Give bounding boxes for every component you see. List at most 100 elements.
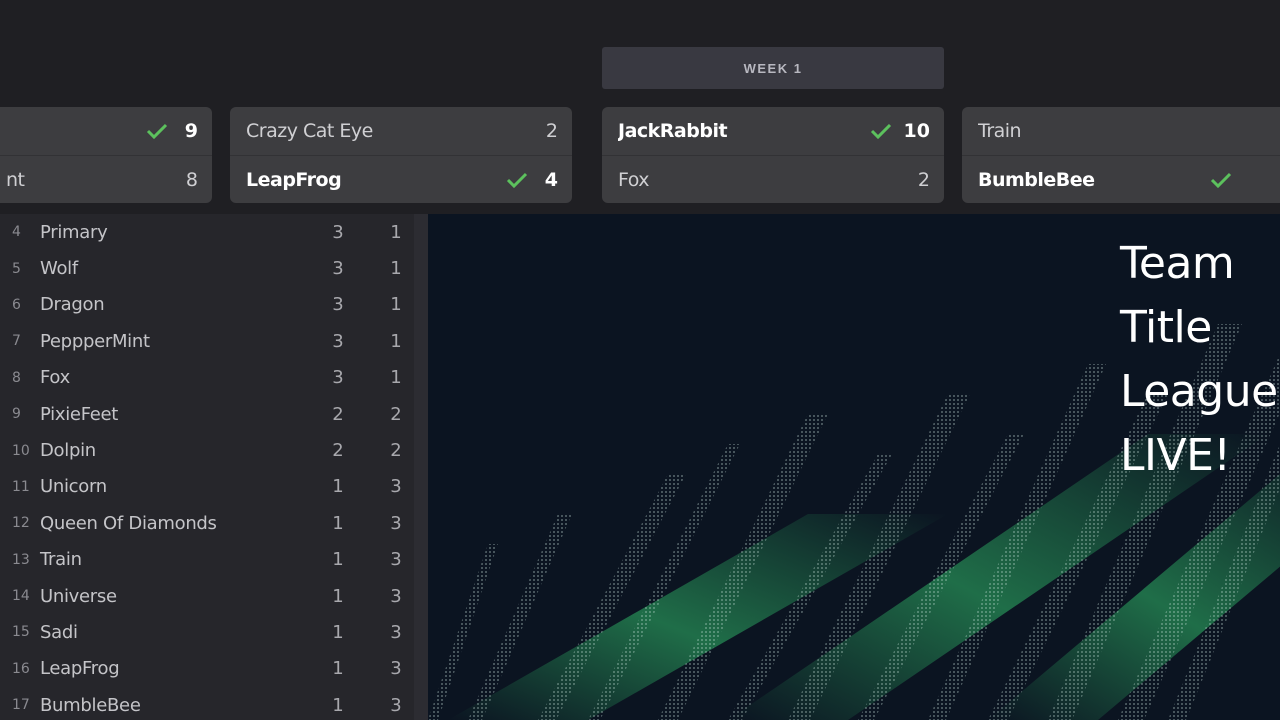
match-card[interactable]: Train BumbleBee [962,107,1280,203]
standing-row[interactable]: 10 Dolpin 2 2 [0,432,428,468]
standing-row[interactable]: 9 PixieFeet 2 2 [0,396,428,432]
standing-rank: 6 [12,296,21,313]
standing-rank: 7 [12,333,21,350]
losses-value: 1 [390,367,402,389]
standing-row[interactable]: 12 Queen Of Diamonds 1 3 [0,505,428,541]
standing-rank: 17 [12,697,30,714]
team-name: Dolpin [40,440,96,462]
match-team-row[interactable]: LeapFrog 4 [230,155,572,203]
team-name: Universe [40,585,117,607]
standing-row[interactable]: 8 Fox 3 1 [0,360,428,396]
team-score: 2 [917,168,930,191]
team-name: PeppperMint [40,330,150,352]
week-header[interactable]: WEEK 1 [602,47,944,89]
team-name: BumbleBee [978,168,1095,191]
standing-rank: 5 [12,260,21,277]
match-team-row[interactable]: Crazy Cat Eye 2 [230,107,572,155]
standing-row[interactable]: 5 Wolf 3 1 [0,250,428,286]
standing-rank: 8 [12,369,21,386]
week-label: WEEK 1 [743,60,803,76]
standing-row[interactable]: 15 Sadi 1 3 [0,614,428,650]
standing-rank: 15 [12,624,30,641]
check-icon [870,122,892,140]
promo-title-line: Team [1120,238,1235,289]
losses-value: 1 [390,258,402,280]
standing-row[interactable]: 6 Dragon 3 1 [0,287,428,323]
match-card[interactable]: Crazy Cat Eye 2 LeapFrog 4 [230,107,572,203]
wins-value: 1 [332,621,344,643]
match-card[interactable]: JackRabbit 10 Fox 2 [602,107,944,203]
wins-value: 1 [332,658,344,680]
losses-value: 3 [390,476,402,498]
match-team-row[interactable]: Train [962,107,1280,155]
standing-row[interactable]: 17 BumbleBee 1 3 [0,687,428,720]
wins-value: 3 [332,330,344,352]
match-card[interactable]: 9 nt 8 [0,107,212,203]
wins-value: 2 [332,403,344,425]
standing-row[interactable]: 16 LeapFrog 1 3 [0,651,428,687]
team-name: PixieFeet [40,403,119,425]
team-score: 9 [184,120,198,142]
standing-rank: 4 [12,224,21,241]
check-icon [506,171,528,189]
losses-value: 2 [390,440,402,462]
standing-row[interactable]: 4 Primary 3 1 [0,214,428,250]
match-team-row[interactable]: nt 8 [0,155,212,203]
losses-value: 3 [390,512,402,534]
standing-row[interactable]: 7 PeppperMint 3 1 [0,323,428,359]
losses-value: 1 [390,330,402,352]
team-score: 10 [903,120,930,142]
wins-value: 2 [332,440,344,462]
team-name: Unicorn [40,476,107,498]
team-name: Primary [40,221,108,243]
match-team-row[interactable]: BumbleBee [962,155,1280,203]
standing-rank: 10 [12,442,30,459]
standing-row[interactable]: 11 Unicorn 1 3 [0,469,428,505]
team-name: Train [40,549,82,571]
team-name: LeapFrog [246,168,342,191]
match-team-row[interactable]: JackRabbit 10 [602,107,944,155]
standing-rank: 9 [12,406,21,423]
wins-value: 3 [332,221,344,243]
losses-value: 3 [390,549,402,571]
standing-rank: 12 [12,515,30,532]
promo-title-line: Title [1120,302,1212,353]
team-score: 2 [545,120,558,142]
check-icon [146,122,168,140]
losses-value: 3 [390,621,402,643]
promo-banner: Team Title League LIVE! [428,214,1280,720]
losses-value: 3 [390,585,402,607]
standing-row[interactable]: 14 Universe 1 3 [0,578,428,614]
wins-value: 3 [332,294,344,316]
wins-value: 3 [332,258,344,280]
team-score: 8 [185,168,198,191]
wins-value: 1 [332,512,344,534]
promo-title: Team Title League LIVE! [1120,232,1280,488]
standings-list[interactable]: 4 Primary 3 1 5 Wolf 3 1 6 Dragon 3 1 7 PeppperMint 3 1… [0,214,428,720]
team-name: Fox [618,168,650,191]
match-team-row[interactable]: 9 [0,107,212,155]
standing-rank: 13 [12,551,30,568]
wins-value: 1 [332,549,344,571]
standing-rank: 14 [12,588,30,605]
losses-value: 3 [390,658,402,680]
wins-value: 3 [332,367,344,389]
team-name: nt [6,168,25,191]
wins-value: 1 [332,694,344,716]
team-name: BumbleBee [40,694,141,716]
team-name: Crazy Cat Eye [246,120,373,142]
team-name: Fox [40,367,70,389]
team-name: Wolf [40,258,78,280]
standing-row[interactable]: 13 Train 1 3 [0,542,428,578]
losses-value: 1 [390,294,402,316]
standing-rank: 11 [12,478,30,495]
check-icon [1210,171,1232,189]
team-name: Queen Of Diamonds [40,512,217,534]
promo-title-line: LIVE! [1120,430,1231,481]
losses-value: 3 [390,694,402,716]
match-team-row[interactable]: Fox 2 [602,155,944,203]
team-name: Dragon [40,294,105,316]
team-name: JackRabbit [618,120,728,142]
losses-value: 2 [390,403,402,425]
promo-title-line: League [1120,366,1278,417]
